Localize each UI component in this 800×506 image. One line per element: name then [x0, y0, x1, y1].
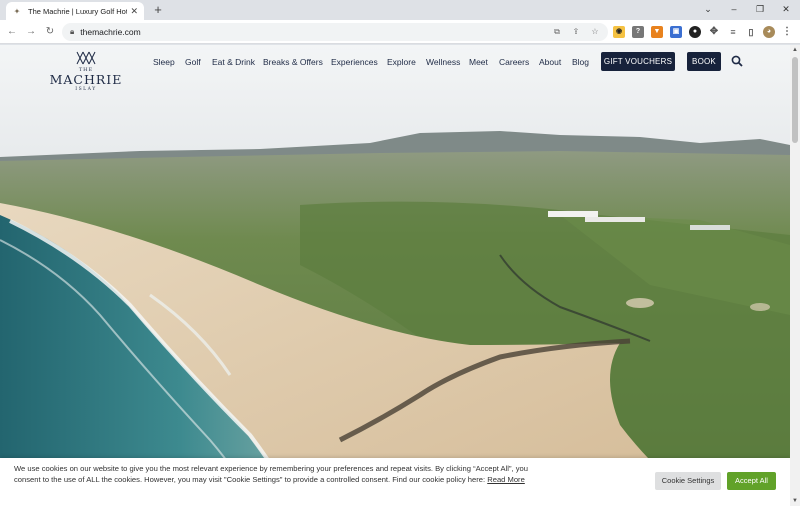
- extension-blue-icon[interactable]: ▣: [670, 26, 682, 38]
- side-panel-icon[interactable]: ▯: [745, 26, 757, 38]
- lock-icon[interactable]: 🔒︎: [70, 27, 74, 37]
- address-bar[interactable]: 🔒︎ themachrie.com ⧉ ⇪ ☆: [62, 23, 608, 41]
- nav-blog[interactable]: Blog: [572, 55, 589, 69]
- browser-menu-icon[interactable]: ⋮: [781, 26, 793, 38]
- nav-eat-drink[interactable]: Eat & Drink: [212, 55, 255, 69]
- nav-sleep[interactable]: Sleep: [153, 55, 175, 69]
- nav-golf[interactable]: Golf: [185, 55, 201, 69]
- back-icon[interactable]: ←: [5, 25, 19, 39]
- reading-list-icon[interactable]: ≡: [727, 26, 739, 38]
- logo-place: ISLAY: [75, 87, 97, 92]
- logo-name: MACHRIE: [49, 72, 123, 87]
- cookie-text: We use cookies on our website to give yo…: [14, 464, 528, 484]
- accept-all-button[interactable]: Accept All: [727, 472, 776, 490]
- gift-vouchers-button[interactable]: GIFT VOUCHERS: [601, 52, 675, 71]
- close-window-icon[interactable]: ✕: [775, 2, 797, 16]
- machrie-logo[interactable]: THE MACHRIE ISLAY: [48, 51, 124, 92]
- extension-circle-icon[interactable]: ●: [689, 26, 701, 38]
- tab-search-icon[interactable]: ⌄: [697, 2, 719, 16]
- page-scrollbar[interactable]: ▲ ▼: [790, 45, 800, 506]
- book-button[interactable]: BOOK: [687, 52, 721, 71]
- metamask-extension-icon[interactable]: ▼: [651, 26, 663, 38]
- nav-meet[interactable]: Meet: [469, 55, 488, 69]
- nav-experiences[interactable]: Experiences: [331, 55, 378, 69]
- restore-icon[interactable]: ❐: [749, 2, 771, 16]
- search-icon[interactable]: [731, 55, 743, 67]
- url-text[interactable]: themachrie.com: [80, 27, 140, 37]
- nav-breaks-offers[interactable]: Breaks & Offers: [263, 55, 323, 69]
- translate-icon[interactable]: ⧉: [551, 26, 563, 38]
- profile-avatar[interactable]: ◕: [763, 26, 775, 38]
- browser-tab-bar: ✦ The Machrie | Luxury Golf Hotel ✕ + ⌄ …: [0, 0, 800, 20]
- logo-emblem-icon: [76, 51, 96, 65]
- machrie-favicon-icon: ✦: [13, 6, 21, 16]
- minimize-icon[interactable]: –: [723, 2, 745, 16]
- hero-aerial-image: [0, 45, 790, 506]
- scroll-up-icon[interactable]: ▲: [790, 45, 800, 55]
- nav-careers[interactable]: Careers: [499, 55, 529, 69]
- nav-about[interactable]: About: [539, 55, 561, 69]
- cookie-banner: We use cookies on our website to give yo…: [0, 458, 790, 506]
- extension-headphones-icon[interactable]: ◉: [613, 26, 625, 38]
- cookie-settings-button[interactable]: Cookie Settings: [655, 472, 721, 490]
- cookie-message: We use cookies on our website to give yo…: [14, 464, 544, 485]
- reload-icon[interactable]: ↻: [43, 25, 57, 39]
- nav-wellness[interactable]: Wellness: [426, 55, 460, 69]
- read-more-link[interactable]: Read More: [487, 475, 525, 484]
- nav-explore[interactable]: Explore: [387, 55, 416, 69]
- page-viewport: THE MACHRIE ISLAY Sleep Golf Eat & Drink…: [0, 45, 790, 506]
- bookmark-star-icon[interactable]: ☆: [589, 26, 601, 38]
- browser-tab[interactable]: ✦ The Machrie | Luxury Golf Hotel ✕: [6, 2, 144, 20]
- scroll-thumb[interactable]: [792, 57, 798, 143]
- close-tab-icon[interactable]: ✕: [130, 6, 138, 17]
- share-icon[interactable]: ⇪: [570, 26, 582, 38]
- extension-question-icon[interactable]: ?: [632, 26, 644, 38]
- new-tab-button[interactable]: +: [151, 2, 165, 18]
- extensions-puzzle-icon[interactable]: ✥: [708, 26, 720, 38]
- tab-title: The Machrie | Luxury Golf Hotel: [28, 6, 128, 16]
- forward-icon[interactable]: →: [24, 25, 38, 39]
- scroll-down-icon[interactable]: ▼: [790, 496, 800, 506]
